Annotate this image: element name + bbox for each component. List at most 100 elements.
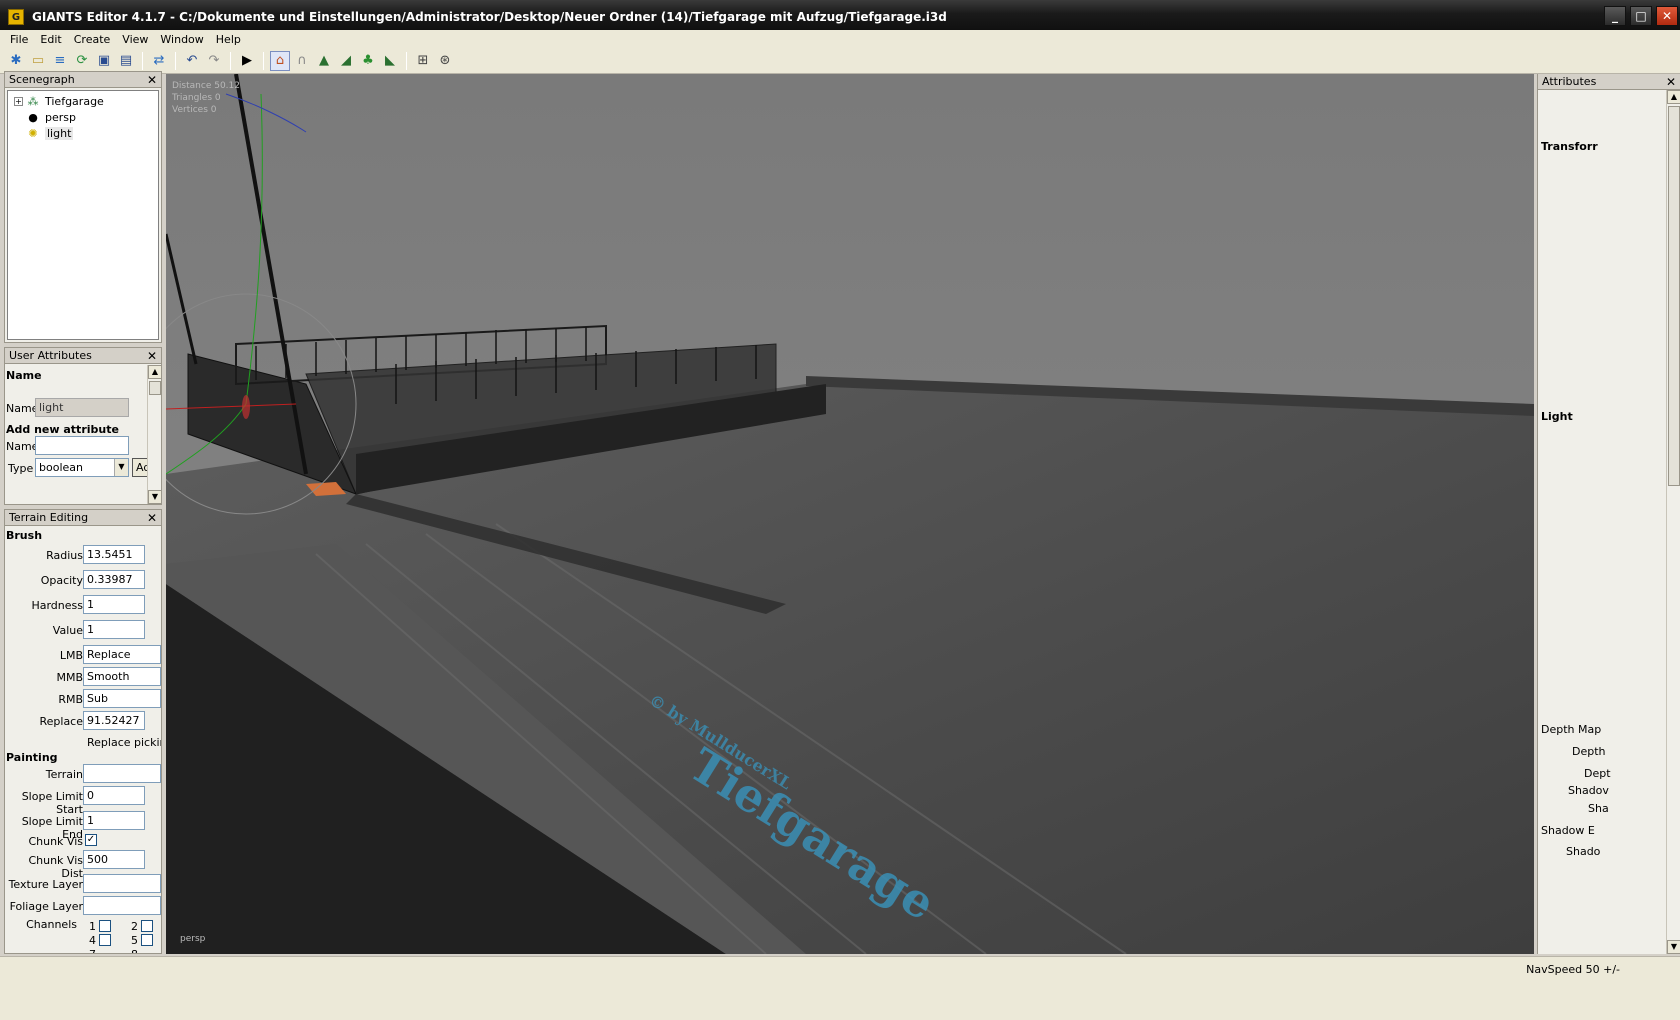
terrain-label: Terrain	[45, 768, 83, 781]
lmb-field[interactable]: Replace	[83, 645, 161, 664]
new-name-label: Name	[6, 440, 39, 453]
replace-field[interactable]: 91.52427	[83, 711, 145, 730]
grid-icon[interactable]: ⊞	[413, 51, 433, 71]
move-mode-icon[interactable]: ∩	[292, 51, 312, 71]
scenegraph-header: Scenegraph ✕	[5, 72, 161, 88]
refresh-icon[interactable]: ⟳	[72, 51, 92, 71]
shado-label: Shado	[1566, 845, 1601, 858]
type-label: Type	[8, 462, 34, 475]
maximize-button[interactable]: □	[1630, 6, 1652, 26]
app-icon: G	[8, 9, 24, 25]
channel-2-checkbox[interactable]	[141, 920, 153, 932]
new-name-field[interactable]	[35, 436, 129, 455]
hardness-field[interactable]: 1	[83, 595, 145, 614]
terrain-editing-panel: Terrain Editing ✕ Brush Radius 13.5451 O…	[4, 509, 162, 954]
save-icon[interactable]: ▣	[94, 51, 114, 71]
rmb-field[interactable]: Sub	[83, 689, 161, 708]
tree-item-light[interactable]: ✺ light	[27, 125, 74, 141]
undo-icon[interactable]: ↶	[182, 51, 202, 71]
terrain-smooth-icon[interactable]: ◣	[380, 51, 400, 71]
group-icon: ⁂	[27, 94, 39, 108]
name-field[interactable]: light	[35, 398, 129, 417]
scroll-up-icon[interactable]: ▲	[148, 365, 162, 379]
slope-end-field[interactable]: 1	[83, 811, 145, 830]
slope-start-field[interactable]: 0	[83, 786, 145, 805]
title-bar: G GIANTS Editor 4.1.7 - C:/Dokumente und…	[0, 0, 1680, 34]
rmb-label: RMB	[58, 693, 83, 706]
close-icon[interactable]: ✕	[147, 349, 157, 363]
texture-layer-field[interactable]	[83, 874, 161, 893]
open-list-icon[interactable]: ≡	[50, 51, 70, 71]
depth-label: Depth	[1572, 745, 1606, 758]
import-icon[interactable]: ⇄	[149, 51, 169, 71]
channel-4-checkbox[interactable]	[99, 934, 111, 946]
chevron-down-icon[interactable]: ▼	[114, 459, 128, 476]
channel-1-checkbox[interactable]	[99, 920, 111, 932]
expand-icon[interactable]: +	[14, 96, 23, 106]
redo-icon[interactable]: ↷	[204, 51, 224, 71]
value-field[interactable]: 1	[83, 620, 145, 639]
terrain-paint-icon[interactable]: ◢	[336, 51, 356, 71]
terrain-editing-header: Terrain Editing ✕	[5, 510, 161, 526]
close-icon[interactable]: ✕	[147, 511, 157, 525]
scroll-thumb[interactable]	[1668, 106, 1680, 486]
foliage-paint-icon[interactable]: ♣	[358, 51, 378, 71]
toolbar-separator	[263, 51, 264, 70]
channel-1-label: 1	[89, 920, 96, 933]
terrain-field[interactable]	[83, 764, 161, 783]
menu-view[interactable]: View	[116, 33, 154, 46]
nav-speed: NavSpeed 50 +/-	[1526, 963, 1620, 976]
tree-item-persp[interactable]: ● persp	[27, 109, 76, 125]
hardness-label: Hardness	[31, 599, 83, 612]
menu-file[interactable]: File	[4, 33, 34, 46]
minimize-button[interactable]: _	[1604, 6, 1626, 26]
chunk-vis-dist-field[interactable]: 500	[83, 850, 145, 869]
shadow-label: Shadov	[1568, 784, 1609, 797]
new-file-icon[interactable]: ✱	[6, 51, 26, 71]
toolbar-separator	[230, 51, 231, 70]
channel-5-checkbox[interactable]	[141, 934, 153, 946]
foliage-layer-field[interactable]	[83, 896, 161, 915]
close-icon[interactable]: ✕	[147, 73, 157, 87]
scroll-down-icon[interactable]: ▼	[148, 490, 162, 504]
mmb-field[interactable]: Smooth	[83, 667, 161, 686]
scroll-thumb[interactable]	[149, 381, 161, 395]
radius-field[interactable]: 13.5451	[83, 545, 145, 564]
mmb-label: MMB	[56, 671, 83, 684]
terrain-editing-title: Terrain Editing	[9, 511, 89, 524]
scenegraph-title: Scenegraph	[9, 73, 75, 86]
stat-vertices: Vertices 0	[172, 105, 217, 115]
close-icon[interactable]: ✕	[1666, 75, 1676, 89]
opacity-field[interactable]: 0.33987	[83, 570, 145, 589]
channel-8-label: 8	[131, 948, 138, 953]
user-attributes-scrollbar[interactable]: ▲ ▼	[147, 365, 162, 504]
add-attribute-heading: Add new attribute	[6, 423, 119, 436]
chunk-vis-label: Chunk Vis	[28, 835, 83, 848]
menu-window[interactable]: Window	[154, 33, 209, 46]
terrain-raise-icon[interactable]: ▲	[314, 51, 334, 71]
open-folder-icon[interactable]: ▭	[28, 51, 48, 71]
snap-icon[interactable]: ⊛	[435, 51, 455, 71]
menu-help[interactable]: Help	[210, 33, 247, 46]
menu-create[interactable]: Create	[68, 33, 117, 46]
menu-bar: File Edit Create View Window Help	[0, 30, 1680, 48]
attributes-scrollbar[interactable]: ▲ ▼	[1666, 90, 1680, 954]
viewport-stats: Distance 50.12 Triangles 0 Vertices 0	[172, 80, 240, 116]
scroll-up-icon[interactable]: ▲	[1667, 90, 1680, 104]
scroll-down-icon[interactable]: ▼	[1667, 940, 1680, 954]
user-attributes-header: User Attributes ✕	[5, 348, 161, 364]
select-mode-icon[interactable]: ⌂	[270, 50, 290, 71]
channel-7-label: 7	[89, 948, 96, 953]
type-select[interactable]: boolean ▼	[35, 458, 129, 477]
value-label: Value	[52, 624, 83, 637]
slope-start-label: Slope Limit Start	[21, 790, 83, 816]
close-button[interactable]: ✕	[1656, 6, 1678, 26]
opacity-label: Opacity	[40, 574, 83, 587]
save-all-icon[interactable]: ▤	[116, 51, 136, 71]
tree-item-tiefgarage[interactable]: + ⁂ Tiefgarage	[14, 93, 104, 109]
dept-label: Dept	[1584, 767, 1611, 780]
menu-edit[interactable]: Edit	[34, 33, 67, 46]
chunk-vis-checkbox[interactable]: ✓	[85, 834, 97, 846]
play-icon[interactable]: ▶	[237, 51, 257, 71]
3d-viewport[interactable]: Tiefgarage © by MullducerXL Distance 50.…	[166, 74, 1534, 954]
